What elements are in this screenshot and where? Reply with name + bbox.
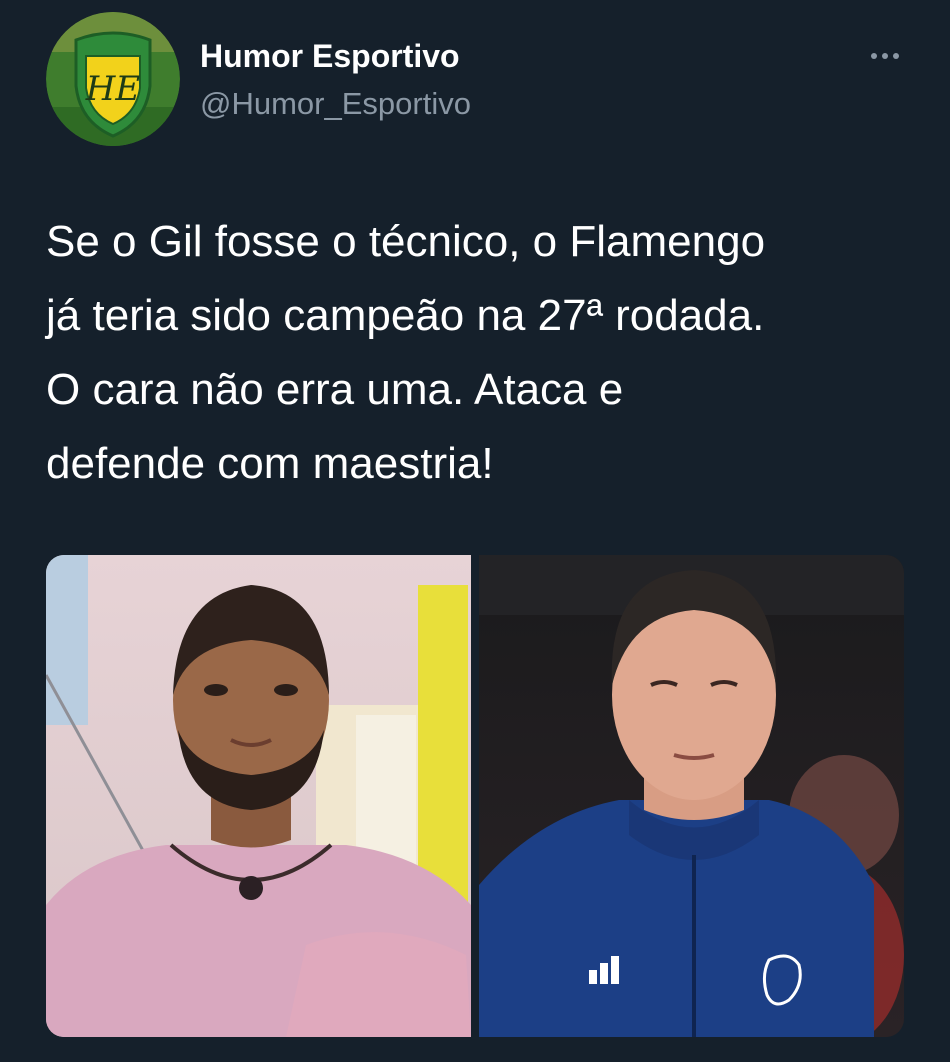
author-avatar[interactable]: HE (46, 12, 180, 146)
author-handle[interactable]: @Humor_Esportivo (200, 84, 471, 124)
shield-crest-logo: HE (46, 12, 180, 146)
tweet-text-line: Se o Gil fosse o técnico, o Flamengo (46, 217, 766, 266)
avatar-monogram: HE (85, 69, 141, 109)
author-display-name[interactable]: Humor Esportivo (200, 36, 471, 76)
tweet-card: HE Humor Esportivo @Humor_Esportivo Se o… (0, 0, 950, 1062)
photo-coach[interactable] (479, 555, 904, 1037)
tweet-text: Se o Gil fosse o técnico, o Flamengo já … (46, 205, 916, 501)
more-dot (871, 53, 877, 59)
author-info: Humor Esportivo @Humor_Esportivo (200, 36, 471, 124)
tweet-text-line: O cara não erra uma. Ataca e (46, 365, 624, 414)
tweet-media (46, 555, 904, 1037)
more-dot (882, 53, 888, 59)
tweet-text-line: já teria sido campeão na 27ª rodada. (46, 291, 765, 340)
more-dot (893, 53, 899, 59)
more-options-icon[interactable] (862, 42, 908, 70)
tweet-text-line: defende com maestria! (46, 439, 494, 488)
photo-gil[interactable] (46, 555, 471, 1037)
